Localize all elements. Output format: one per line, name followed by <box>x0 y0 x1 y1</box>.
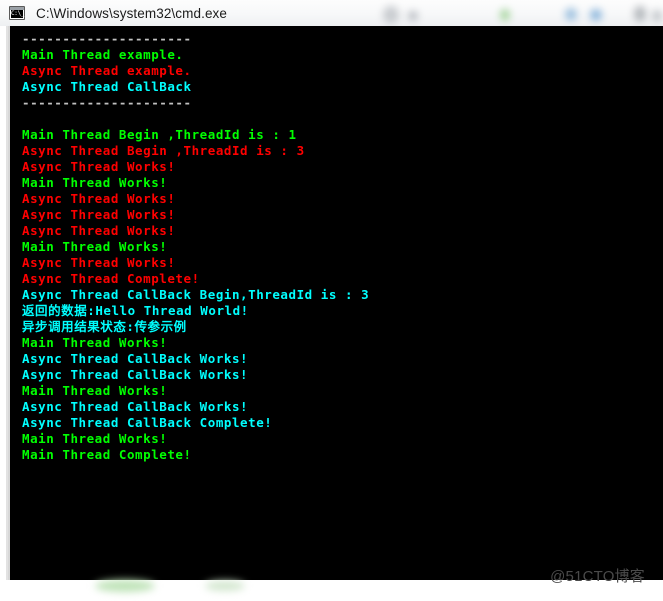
cmd-console-icon <box>9 6 25 20</box>
console-line: Main Thread example. <box>22 47 184 62</box>
console-line: 异步调用结果状态:传参示例 <box>22 319 187 334</box>
console-line: Main Thread Works! <box>22 335 168 350</box>
console-line: Async Thread Works! <box>22 191 176 206</box>
watermark-label: @51CTO博客 <box>550 568 645 585</box>
console-line: Async Thread CallBack Complete! <box>22 415 273 430</box>
console-line: Async Thread CallBack Begin,ThreadId is … <box>22 287 370 302</box>
console-line: Main Thread Works! <box>22 175 168 190</box>
console-line: Async Thread CallBack <box>22 79 192 94</box>
console-line: Async Thread CallBack Works! <box>22 399 249 414</box>
console-line: Async Thread Works! <box>22 159 176 174</box>
console-line: --------------------- <box>22 95 192 110</box>
console-line: Async Thread Complete! <box>22 271 200 286</box>
titlebar-artifact <box>634 6 646 22</box>
titlebar-artifact <box>590 9 602 21</box>
console-line: --------------------- <box>22 31 192 46</box>
console-line: Main Thread Works! <box>22 383 168 398</box>
console-line: Async Thread example. <box>22 63 192 78</box>
console-line: Main Thread Works! <box>22 431 168 446</box>
cmd-window: C:\Windows\system32\cmd.exe ------------… <box>0 0 663 601</box>
window-title: C:\Windows\system32\cmd.exe <box>36 5 228 21</box>
console-line: Async Thread Works! <box>22 223 176 238</box>
console-line: Main Thread Complete! <box>22 447 192 462</box>
console-line: Async Thread Works! <box>22 207 176 222</box>
titlebar-artifact <box>383 6 399 24</box>
bottom-artifact <box>95 580 155 592</box>
console-line: Main Thread Works! <box>22 239 168 254</box>
window-titlebar[interactable]: C:\Windows\system32\cmd.exe <box>0 0 663 26</box>
console-line-list: --------------------- Main Thread example… <box>22 31 662 463</box>
titlebar-artifact <box>500 9 510 21</box>
console-line: Main Thread Begin ,ThreadId is : 1 <box>22 127 297 142</box>
console-frame: --------------------- Main Thread example… <box>8 26 663 580</box>
console-output-area[interactable]: --------------------- Main Thread example… <box>12 26 663 580</box>
bottom-artifact <box>205 581 245 591</box>
console-line: Async Thread CallBack Works! <box>22 367 249 382</box>
titlebar-artifact <box>408 11 418 21</box>
titlebar-artifact <box>565 8 577 21</box>
console-line: 返回的数据:Hello Thread World! <box>22 303 249 318</box>
titlebar-artifact <box>652 10 662 22</box>
console-line: Async Thread Works! <box>22 255 176 270</box>
console-line: Async Thread Begin ,ThreadId is : 3 <box>22 143 305 158</box>
console-line: Async Thread CallBack Works! <box>22 351 249 366</box>
